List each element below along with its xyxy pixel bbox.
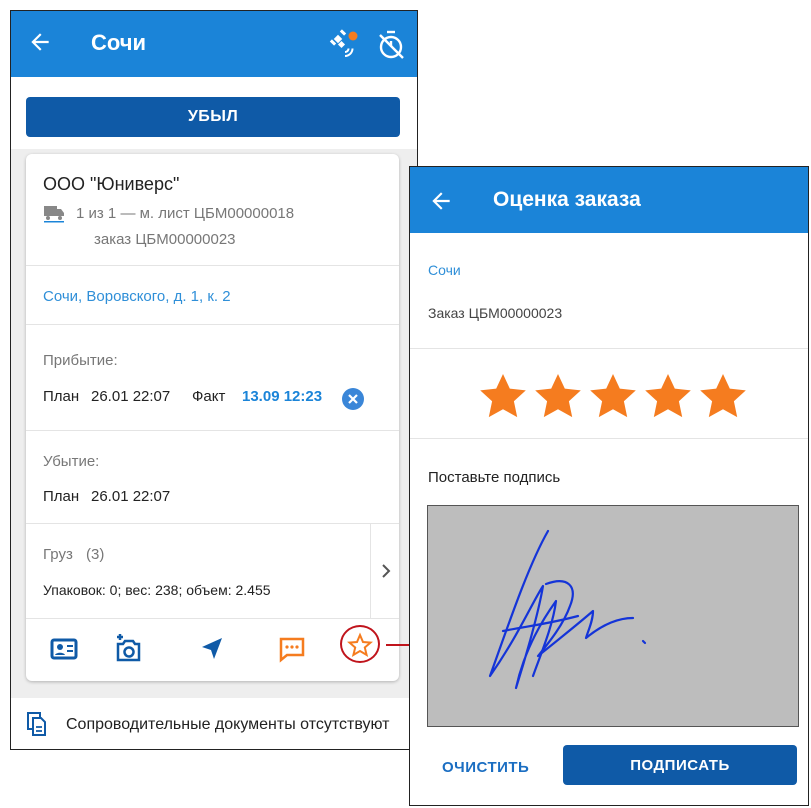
rating-title: Оценка заказа [493,188,641,211]
divider [410,348,808,349]
star-icon-5 [700,374,746,418]
page-title: Сочи [91,30,147,55]
chevron-right-icon [382,564,391,578]
arrival-label: Прибытие: [43,352,118,369]
company-name: ООО "Юниверс" [43,174,180,194]
cargo-count: (3) [86,546,105,563]
order-rating-screen: Оценка заказа Сочи Заказ ЦБМ00000023 Пос… [409,166,809,806]
departure-plan-label: План [43,488,80,505]
star-icon-3 [590,374,636,418]
signature-label: Поставьте подпись [428,469,561,486]
order-number: заказ ЦБМ00000023 [94,231,236,248]
sign-button[interactable]: ПОДПИСАТЬ [563,745,797,785]
clear-button[interactable]: ОЧИСТИТЬ [442,759,529,776]
rating-city: Сочи [428,262,461,278]
arrival-plan-value: 26.01 22:07 [91,388,171,405]
back-arrow-icon[interactable] [428,188,454,214]
add-photo-icon[interactable] [108,629,148,669]
arrival-plan-label: План [43,388,80,405]
star-icon-1 [480,374,526,418]
arrival-fact-label: Факт [192,388,226,405]
departure-plan-value: 26.01 22:07 [91,488,171,505]
departure-label: Убытие: [43,453,100,470]
arrival-section: Прибытие: План 26.01 22:07 Факт 13.09 12… [26,325,399,431]
truck-icon [44,206,64,223]
timer-off-icon[interactable] [376,29,406,61]
rating-stars[interactable] [478,372,748,422]
back-arrow-icon[interactable] [27,29,53,55]
rating-order: Заказ ЦБМ00000023 [428,305,563,321]
depart-button[interactable]: УБЫЛ [26,97,400,137]
address-link[interactable]: Сочи, Воровского, д. 1, к. 2 [43,288,231,305]
documents-section[interactable]: Сопроводительные документы отсутствуют [11,698,417,749]
star-icon-4 [645,374,691,418]
card-actions [26,619,399,681]
card-header-section: ООО "Юниверс" 1 из 1 — м. лист ЦБМ000000… [26,154,399,266]
documents-icon [27,712,46,736]
satellite-icon[interactable] [326,29,360,61]
cargo-details: Упаковок: 0; вес: 238; объем: 2.455 [43,582,271,598]
cargo-expand[interactable] [370,524,399,619]
route-sheet-info: 1 из 1 — м. лист ЦБМ00000018 [76,205,295,222]
contact-card-icon[interactable] [44,629,84,669]
documents-status: Сопроводительные документы отсутствуют [66,716,390,733]
signature-drawing [488,529,647,690]
address-section[interactable]: Сочи, Воровского, д. 1, к. 2 [26,266,399,325]
comment-icon[interactable] [272,629,312,669]
arrival-fact-value: 13.09 12:23 [242,388,323,405]
cargo-section[interactable]: Груз (3) Упаковок: 0; вес: 238; объем: 2… [26,524,399,619]
divider [410,438,808,439]
signature-pad[interactable] [427,505,799,727]
route-point-screen: Сочи УБЫЛ ООО "Юниверс" 1 из 1 — м. лист… [10,10,418,750]
departure-section: Убытие: План 26.01 22:07 [26,431,399,524]
navigation-icon[interactable] [192,629,232,669]
cargo-label: Груз [43,546,73,563]
clear-fact-icon[interactable] [342,388,364,410]
rating-app-bar: Оценка заказа [410,167,808,233]
route-point-card: ООО "Юниверс" 1 из 1 — м. лист ЦБМ000000… [26,154,399,681]
depart-section: УБЫЛ [11,77,417,149]
star-icon-2 [535,374,581,418]
app-bar: Сочи [11,11,417,77]
